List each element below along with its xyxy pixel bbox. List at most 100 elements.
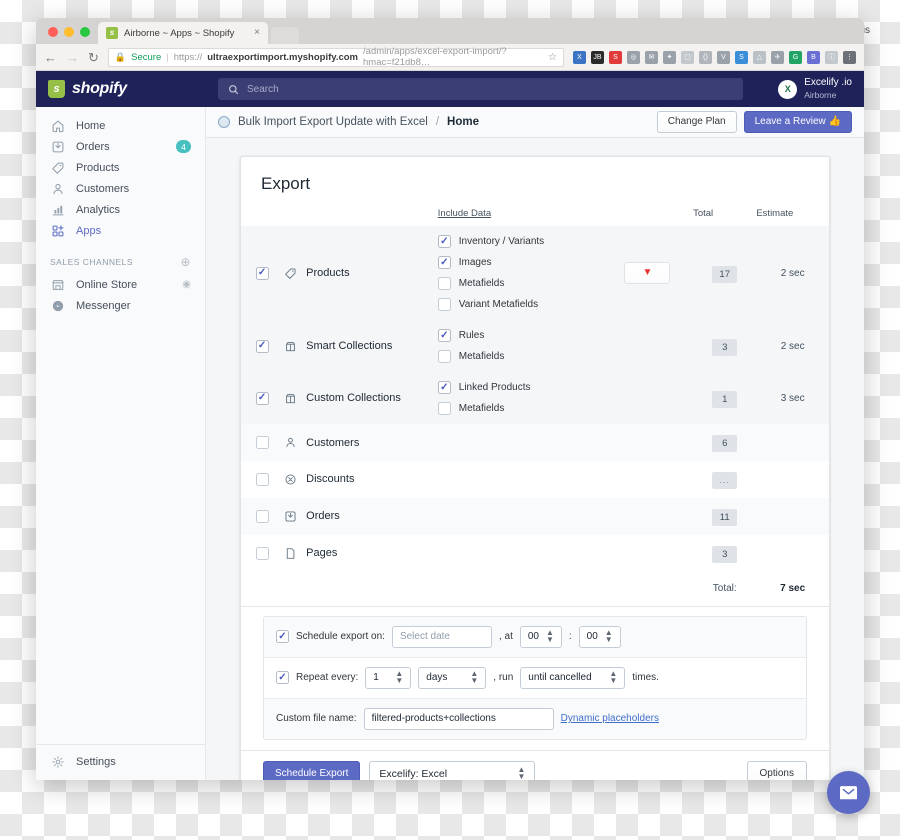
plus-circle-icon[interactable]: ⊕ bbox=[180, 255, 191, 269]
custom-filename-input[interactable]: filtered-products+collections bbox=[363, 707, 554, 730]
stepper-arrows-icon[interactable]: ▲ ▼ bbox=[470, 669, 478, 685]
row-select-checkbox[interactable]: ✓ bbox=[255, 339, 269, 353]
schedule-hour-stepper[interactable]: 00 ▲ ▼ bbox=[519, 625, 562, 648]
address-bar[interactable]: 🔒 Secure | https:// ultraexportimport.mys… bbox=[107, 46, 564, 68]
stepper-arrows-icon[interactable]: ▲ ▼ bbox=[517, 765, 525, 780]
excel-extension-icon[interactable]: X bbox=[573, 50, 586, 64]
sidebar-item-online-store[interactable]: Online Store ◉ bbox=[36, 274, 205, 295]
schedule-minute-stepper[interactable]: 00 ▲ ▼ bbox=[578, 625, 621, 648]
schedule-date-input[interactable]: Select date bbox=[391, 625, 492, 648]
chat-launcher-button[interactable] bbox=[827, 771, 870, 814]
sidebar-item-messenger[interactable]: Messenger bbox=[36, 295, 205, 316]
export-format-select[interactable]: Excelify: Excel ▲ ▼ bbox=[369, 760, 536, 780]
options-button[interactable]: Options bbox=[746, 760, 807, 780]
include-option[interactable]: ✓ Inventory / Variants bbox=[437, 235, 602, 248]
table-row[interactable]: Customers 6 bbox=[241, 424, 829, 461]
include-option-checkbox[interactable]: ✓ bbox=[437, 235, 451, 248]
row-select-checkbox[interactable] bbox=[255, 509, 269, 523]
sidebar-item-products[interactable]: Products bbox=[36, 157, 205, 178]
stepper-arrows-icon[interactable]: ▲ ▼ bbox=[395, 669, 403, 685]
schedule-export-checkbox[interactable]: ✓ bbox=[276, 630, 289, 643]
schedule-export-button[interactable]: Schedule Export bbox=[263, 760, 361, 780]
table-row[interactable]: ✓ Smart Collections ✓ Rules Metafields 3 2 sec bbox=[241, 320, 829, 372]
grammarly-extension-icon[interactable]: G bbox=[789, 50, 802, 64]
leave-review-button[interactable]: Leave a Review 👍 bbox=[743, 111, 852, 133]
search-input[interactable]: Search bbox=[218, 78, 743, 100]
pin-extension-icon[interactable]: ✦ bbox=[663, 50, 676, 64]
sidebar-item-home[interactable]: Home bbox=[36, 115, 205, 136]
row-select-checkbox[interactable] bbox=[255, 472, 269, 486]
include-option-checkbox[interactable]: ✓ bbox=[437, 329, 451, 342]
include-option[interactable]: Metafields bbox=[437, 402, 602, 415]
back-icon[interactable]: ← bbox=[44, 51, 57, 64]
dynamic-placeholders-link[interactable]: Dynamic placeholders bbox=[561, 713, 659, 724]
orders-inbox-icon bbox=[283, 509, 297, 523]
close-window-button[interactable] bbox=[48, 27, 58, 37]
bar-chart-icon bbox=[50, 202, 65, 217]
jetbrains-extension-icon[interactable]: JB bbox=[591, 50, 604, 64]
maximize-window-button[interactable] bbox=[80, 27, 90, 37]
sidebar-item-settings[interactable]: Settings bbox=[36, 751, 205, 772]
svg-extension-icon[interactable]: S bbox=[735, 50, 748, 64]
star-icon[interactable]: ☆ bbox=[548, 52, 557, 63]
bitwarden-extension-icon[interactable]: B bbox=[807, 50, 820, 64]
stepper-arrows-icon[interactable]: ▲ ▼ bbox=[609, 669, 617, 685]
sidebar-item-analytics[interactable]: Analytics bbox=[36, 199, 205, 220]
include-option[interactable]: ✓ Images bbox=[437, 256, 602, 269]
close-icon[interactable]: × bbox=[254, 28, 260, 38]
table-row[interactable]: Pages 3 bbox=[241, 535, 829, 572]
account-menu[interactable]: X Excelify .io Airborne bbox=[778, 77, 852, 100]
include-option[interactable]: ✓ Rules bbox=[437, 329, 602, 342]
breadcrumb-app-name[interactable]: Bulk Import Export Update with Excel bbox=[238, 116, 428, 128]
frame-extension-icon[interactable]: ▢ bbox=[681, 50, 694, 64]
table-row[interactable]: ✓ Products ✓ Inventory / Variants ✓ Images Met… bbox=[241, 226, 829, 320]
new-tab-button[interactable] bbox=[271, 27, 299, 44]
repeat-checkbox[interactable]: ✓ bbox=[276, 671, 289, 684]
repeat-count-select[interactable]: until cancelled ▲ ▼ bbox=[520, 666, 626, 689]
repeat-interval-stepper[interactable]: 1 ▲ ▼ bbox=[365, 666, 412, 689]
row-select-checkbox[interactable]: ✓ bbox=[255, 266, 269, 280]
sidebar-item-customers[interactable]: Customers bbox=[36, 178, 205, 199]
include-option-checkbox[interactable]: ✓ bbox=[437, 256, 451, 269]
vimeo-extension-icon[interactable]: V bbox=[717, 50, 730, 64]
browser-tab[interactable]: s Airborne ~ Apps ~ Shopify × bbox=[98, 22, 268, 44]
include-option[interactable]: Metafields bbox=[437, 350, 602, 363]
include-option-checkbox[interactable] bbox=[437, 402, 451, 415]
scroll-area[interactable]: Export Include Data Total Estimate ✓ Pro… bbox=[206, 138, 864, 780]
change-plan-button[interactable]: Change Plan bbox=[656, 111, 737, 133]
table-row[interactable]: Orders 11 bbox=[241, 497, 829, 535]
stepper-arrows-icon[interactable]: ▲ ▼ bbox=[605, 628, 613, 644]
drive-extension-icon[interactable]: △ bbox=[753, 50, 766, 64]
info-extension-icon[interactable]: ⓘ bbox=[825, 50, 838, 64]
include-option-checkbox[interactable] bbox=[437, 350, 451, 363]
row-total-cell: 3 bbox=[693, 535, 756, 572]
include-option-checkbox[interactable] bbox=[437, 277, 451, 290]
camera-extension-icon[interactable]: ◎ bbox=[627, 50, 640, 64]
include-option[interactable]: ✓ Linked Products bbox=[437, 381, 602, 394]
include-option-checkbox[interactable] bbox=[437, 298, 451, 311]
row-select-checkbox[interactable]: ✓ bbox=[255, 391, 269, 405]
sidebar-item-apps[interactable]: Apps bbox=[36, 220, 205, 241]
include-option[interactable]: Variant Metafields bbox=[437, 298, 602, 311]
shopify-logo[interactable]: s shopify bbox=[48, 80, 218, 98]
filter-button[interactable]: ▼ bbox=[624, 262, 671, 284]
mail-extension-icon[interactable]: ✉ bbox=[645, 50, 658, 64]
stepper-arrows-icon[interactable]: ▲ ▼ bbox=[546, 628, 554, 644]
eye-icon[interactable]: ◉ bbox=[182, 279, 191, 290]
row-select-checkbox[interactable] bbox=[255, 436, 269, 449]
record-extension-icon[interactable]: S bbox=[609, 50, 622, 64]
table-row[interactable]: Discounts... bbox=[241, 461, 829, 498]
row-filter-cell bbox=[602, 461, 693, 498]
brackets-extension-icon[interactable]: () bbox=[699, 50, 712, 64]
table-row[interactable]: ✓ Custom Collections ✓ Linked Products Metaf… bbox=[241, 372, 829, 424]
runner-extension-icon[interactable]: ✈ bbox=[771, 50, 784, 64]
menu-extension-icon[interactable]: ⋮ bbox=[843, 50, 856, 64]
forward-icon[interactable]: → bbox=[66, 51, 79, 64]
row-select-checkbox[interactable] bbox=[255, 546, 269, 560]
sidebar-item-orders[interactable]: Orders 4 bbox=[36, 136, 205, 157]
minimize-window-button[interactable] bbox=[64, 27, 74, 37]
include-option-checkbox[interactable]: ✓ bbox=[437, 381, 451, 394]
include-option[interactable]: Metafields bbox=[437, 277, 602, 290]
reload-icon[interactable]: ↻ bbox=[88, 51, 99, 64]
repeat-unit-select[interactable]: days ▲ ▼ bbox=[418, 666, 487, 689]
